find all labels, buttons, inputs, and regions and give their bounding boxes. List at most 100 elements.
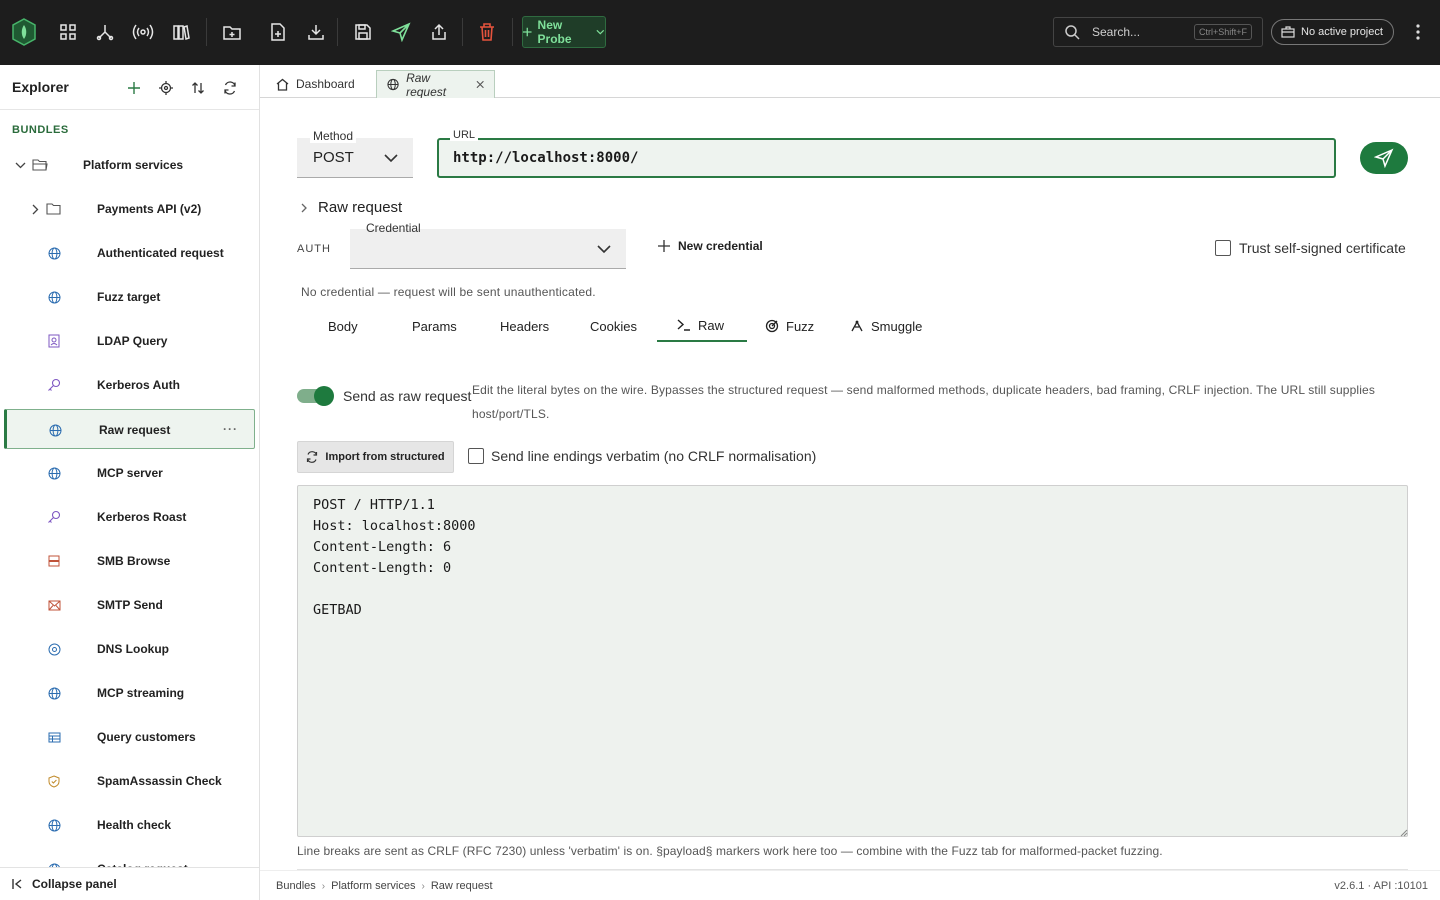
search-icon xyxy=(1065,25,1080,40)
project-selector[interactable]: No active project xyxy=(1271,19,1394,45)
trust-label: Trust self-signed certificate xyxy=(1239,240,1406,256)
send-request-button[interactable] xyxy=(1360,142,1408,174)
sidebar-item-mcp-server[interactable]: MCP server xyxy=(4,453,255,493)
home-icon xyxy=(276,78,289,91)
sidebar-item-label: SMTP Send xyxy=(97,598,163,612)
chevron-right-icon: › xyxy=(421,880,425,892)
tab-raw-request[interactable]: Raw request xyxy=(376,70,495,99)
sidebar-item-health-check[interactable]: Health check xyxy=(4,805,255,845)
new-folder-icon[interactable] xyxy=(220,20,244,44)
broadcast-icon[interactable] xyxy=(131,20,155,44)
folder-open-icon xyxy=(32,157,48,173)
subtab-cookies[interactable]: Cookies xyxy=(590,310,637,342)
send-icon[interactable] xyxy=(389,20,413,44)
send-raw-toggle[interactable]: Send as raw request xyxy=(297,386,472,406)
url-label: URL xyxy=(450,129,479,141)
raw-hint: Line breaks are sent as CRLF (RFC 7230) … xyxy=(297,844,1163,858)
sidebar-item-platform-services[interactable]: Platform services xyxy=(4,145,255,185)
chevron-right-icon xyxy=(301,203,307,212)
chevron-right-icon[interactable] xyxy=(27,201,43,217)
subtab-raw[interactable]: Raw xyxy=(657,310,747,342)
sidebar-item-label: Platform services xyxy=(83,158,184,172)
explorer-sidebar: Explorer BUNDLES Platform services Paymen… xyxy=(0,65,260,900)
globe-icon xyxy=(46,685,62,701)
section-title: Raw request xyxy=(318,199,403,216)
app-logo-icon xyxy=(10,17,38,47)
globe-icon xyxy=(46,817,62,833)
subtab-smuggle[interactable]: Smuggle xyxy=(850,310,922,342)
sidebar-item-label: Query customers xyxy=(97,730,196,744)
checkbox-box xyxy=(468,448,484,464)
trust-self-signed-checkbox[interactable]: Trust self-signed certificate xyxy=(1215,240,1406,256)
method-select[interactable]: POST xyxy=(297,138,413,178)
locate-icon[interactable] xyxy=(157,79,175,97)
search-shortcut: Ctrl+Shift+F xyxy=(1193,24,1252,40)
download-icon[interactable] xyxy=(304,20,328,44)
terminal-icon xyxy=(677,319,690,331)
sidebar-item-dns-lookup[interactable]: DNS Lookup xyxy=(4,629,255,669)
library-icon[interactable] xyxy=(169,20,193,44)
more-menu-icon[interactable] xyxy=(1408,20,1428,44)
subtab-label: Headers xyxy=(500,318,550,334)
sidebar-item-kerberos-roast[interactable]: Kerberos Roast xyxy=(4,497,255,537)
sidebar-item-mcp-streaming[interactable]: MCP streaming xyxy=(4,673,255,713)
breadcrumb-item[interactable]: Raw request xyxy=(431,880,493,892)
share-icon[interactable] xyxy=(427,20,451,44)
sidebar-item-payments-api-v2[interactable]: Payments API (v2) xyxy=(4,189,255,229)
sidebar-item-authenticated-request[interactable]: Authenticated request xyxy=(4,233,255,273)
refresh-icon[interactable] xyxy=(221,79,239,97)
url-input[interactable]: http://localhost:8000/ xyxy=(437,138,1336,178)
subtab-params[interactable]: Params xyxy=(412,310,457,342)
subtab-label: Raw xyxy=(698,317,725,333)
breadcrumb-item[interactable]: Bundles xyxy=(276,880,316,892)
sidebar-item-smb-browse[interactable]: SMB Browse xyxy=(4,541,255,581)
credential-select[interactable] xyxy=(350,229,626,269)
sidebar-item-spamassassin-check[interactable]: SpamAssassin Check xyxy=(4,761,255,801)
new-probe-label: New Probe xyxy=(537,18,572,46)
chevron-right-icon: › xyxy=(321,880,326,892)
send-icon xyxy=(1374,148,1394,168)
more-options-icon[interactable]: ··· xyxy=(223,422,238,436)
new-credential-button[interactable]: New credential xyxy=(658,239,763,253)
collapse-icon xyxy=(12,879,22,889)
sidebar-item-query-customers[interactable]: Query customers xyxy=(4,717,255,757)
version-label: v2.6.1 · API :10101 xyxy=(1334,880,1428,892)
tab-dashboard[interactable]: Dashboard xyxy=(266,70,365,98)
global-search-input[interactable]: Search... Ctrl+Shift+F xyxy=(1053,17,1263,47)
target-icon xyxy=(765,319,779,333)
sidebar-item-ldap-query[interactable]: LDAP Query xyxy=(4,321,255,361)
subtab-body[interactable]: Body xyxy=(328,310,358,342)
add-icon[interactable] xyxy=(125,79,143,97)
verbatim-line-endings-checkbox[interactable]: Send line endings verbatim (no CRLF norm… xyxy=(468,448,816,464)
address-book-icon xyxy=(46,333,62,349)
delete-icon[interactable] xyxy=(475,20,499,44)
sidebar-item-kerberos-auth[interactable]: Kerberos Auth xyxy=(4,365,255,405)
subtab-headers[interactable]: Headers xyxy=(500,310,549,342)
sort-icon[interactable] xyxy=(189,79,207,97)
sidebar-item-fuzz-target[interactable]: Fuzz target xyxy=(4,277,255,317)
fork-icon[interactable] xyxy=(93,20,117,44)
new-probe-button[interactable]: New Probe xyxy=(522,16,606,48)
dashboard-grid-icon[interactable] xyxy=(56,20,80,44)
merge-icon xyxy=(851,320,863,332)
subtab-label: Cookies xyxy=(590,318,637,334)
import-from-structured-button[interactable]: Import from structured xyxy=(297,441,454,473)
toggle-label: Send as raw request xyxy=(343,388,472,404)
sidebar-item-smtp-send[interactable]: SMTP Send xyxy=(4,585,255,625)
raw-request-textarea[interactable]: POST / HTTP/1.1 Host: localhost:8000 Con… xyxy=(297,485,1408,837)
raw-request-section-toggle[interactable]: Raw request xyxy=(300,199,402,216)
subtab-fuzz[interactable]: Fuzz xyxy=(765,310,814,342)
close-icon[interactable] xyxy=(476,80,484,89)
sidebar-item-label: SpamAssassin Check xyxy=(97,774,222,788)
collapse-panel-button[interactable]: Collapse panel xyxy=(0,867,259,900)
sidebar-item-label: Raw request xyxy=(99,423,171,437)
breadcrumb-item[interactable]: Platform services xyxy=(331,880,415,892)
sidebar-item-catalog-request[interactable]: Catalog request xyxy=(4,849,255,867)
resize-handle-icon[interactable] xyxy=(1400,829,1408,837)
url-value: http://localhost:8000/ xyxy=(453,150,639,166)
save-icon[interactable] xyxy=(351,20,375,44)
key-icon xyxy=(46,377,62,393)
chevron-down-icon[interactable] xyxy=(12,157,28,173)
sidebar-item-raw-request[interactable]: Raw request ··· xyxy=(4,409,255,449)
new-file-icon[interactable] xyxy=(266,20,290,44)
